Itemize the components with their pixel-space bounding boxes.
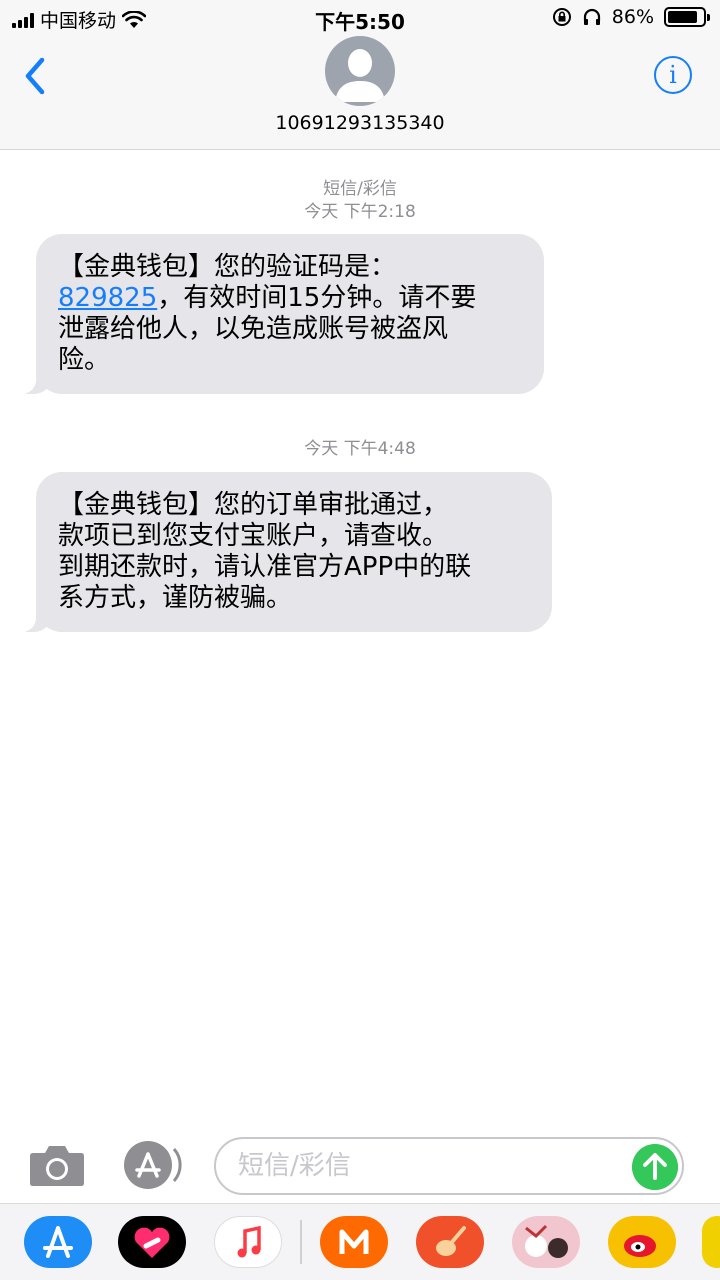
timestamp: 今天 下午4:48 [304,439,416,459]
message-line: 险。 [58,345,111,375]
app-store-drawer-icon[interactable] [122,1139,184,1191]
person-silhouette-icon [335,49,385,102]
headphones-icon [583,8,600,25]
verification-code-link[interactable]: 829825 [58,283,157,313]
contact-avatar[interactable] [325,36,395,106]
drawer-divider [300,1220,302,1264]
message-type-label: 短信/彩信 [323,179,397,199]
contact-number[interactable]: 10691293135340 [0,112,720,134]
rotation-lock-icon [552,8,571,26]
status-bar: 中国移动 下午5:50 86% [0,0,720,36]
message-line: 泄露给他人，以免造成账号被盗风 [58,314,449,344]
incoming-message-bubble[interactable]: 【金典钱包】您的订单审批通过， 款项已到您支付宝账户，请查收。 到期还款时，请认… [14,472,552,632]
message-thread: 短信/彩信 今天 下午2:18 【金典钱包】您的验证码是： 829825，有效时… [0,150,720,1135]
timestamp: 今天 下午2:18 [304,202,416,222]
weibo-icon[interactable] [608,1216,676,1268]
message-line: 【金典钱包】您的验证码是： [58,252,397,282]
composer-bar: 短信/彩信 [0,1135,720,1203]
camera-icon[interactable] [29,1143,85,1187]
message-line: 款项已到您支付宝账户，请查收。 [58,521,449,551]
battery-percent: 86% [611,6,654,28]
partial-app-icon[interactable] [702,1216,720,1268]
back-chevron-icon[interactable] [18,54,54,98]
garageband-icon[interactable] [416,1216,484,1268]
conversation-header: 10691293135340 i [0,36,720,150]
message-line: 系方式，谨防被骗。 [58,583,293,613]
cartoon-sticker-icon[interactable] [512,1216,580,1268]
heart-digital-touch-icon[interactable] [118,1216,186,1268]
music-icon[interactable] [214,1216,282,1268]
mango-tv-icon[interactable] [320,1216,388,1268]
app-store-icon[interactable] [24,1216,92,1268]
battery-fill [668,11,698,23]
message-line: 到期还款时，请认准官方APP中的联 [58,552,472,582]
message-line: 【金典钱包】您的订单审批通过， [58,490,449,520]
send-arrow-icon[interactable] [632,1144,678,1190]
message-input[interactable]: 短信/彩信 [214,1137,684,1195]
status-right: 86% [552,6,710,28]
info-button[interactable]: i [654,56,692,94]
incoming-message-bubble[interactable]: 【金典钱包】您的验证码是： 829825，有效时间15分钟。请不要 泄露给他人，… [14,234,544,394]
message-text: ，有效时间15分钟。请不要 [157,283,477,313]
app-drawer [0,1203,720,1280]
message-line: 829825，有效时间15分钟。请不要 [58,283,524,314]
battery-icon [664,7,710,27]
